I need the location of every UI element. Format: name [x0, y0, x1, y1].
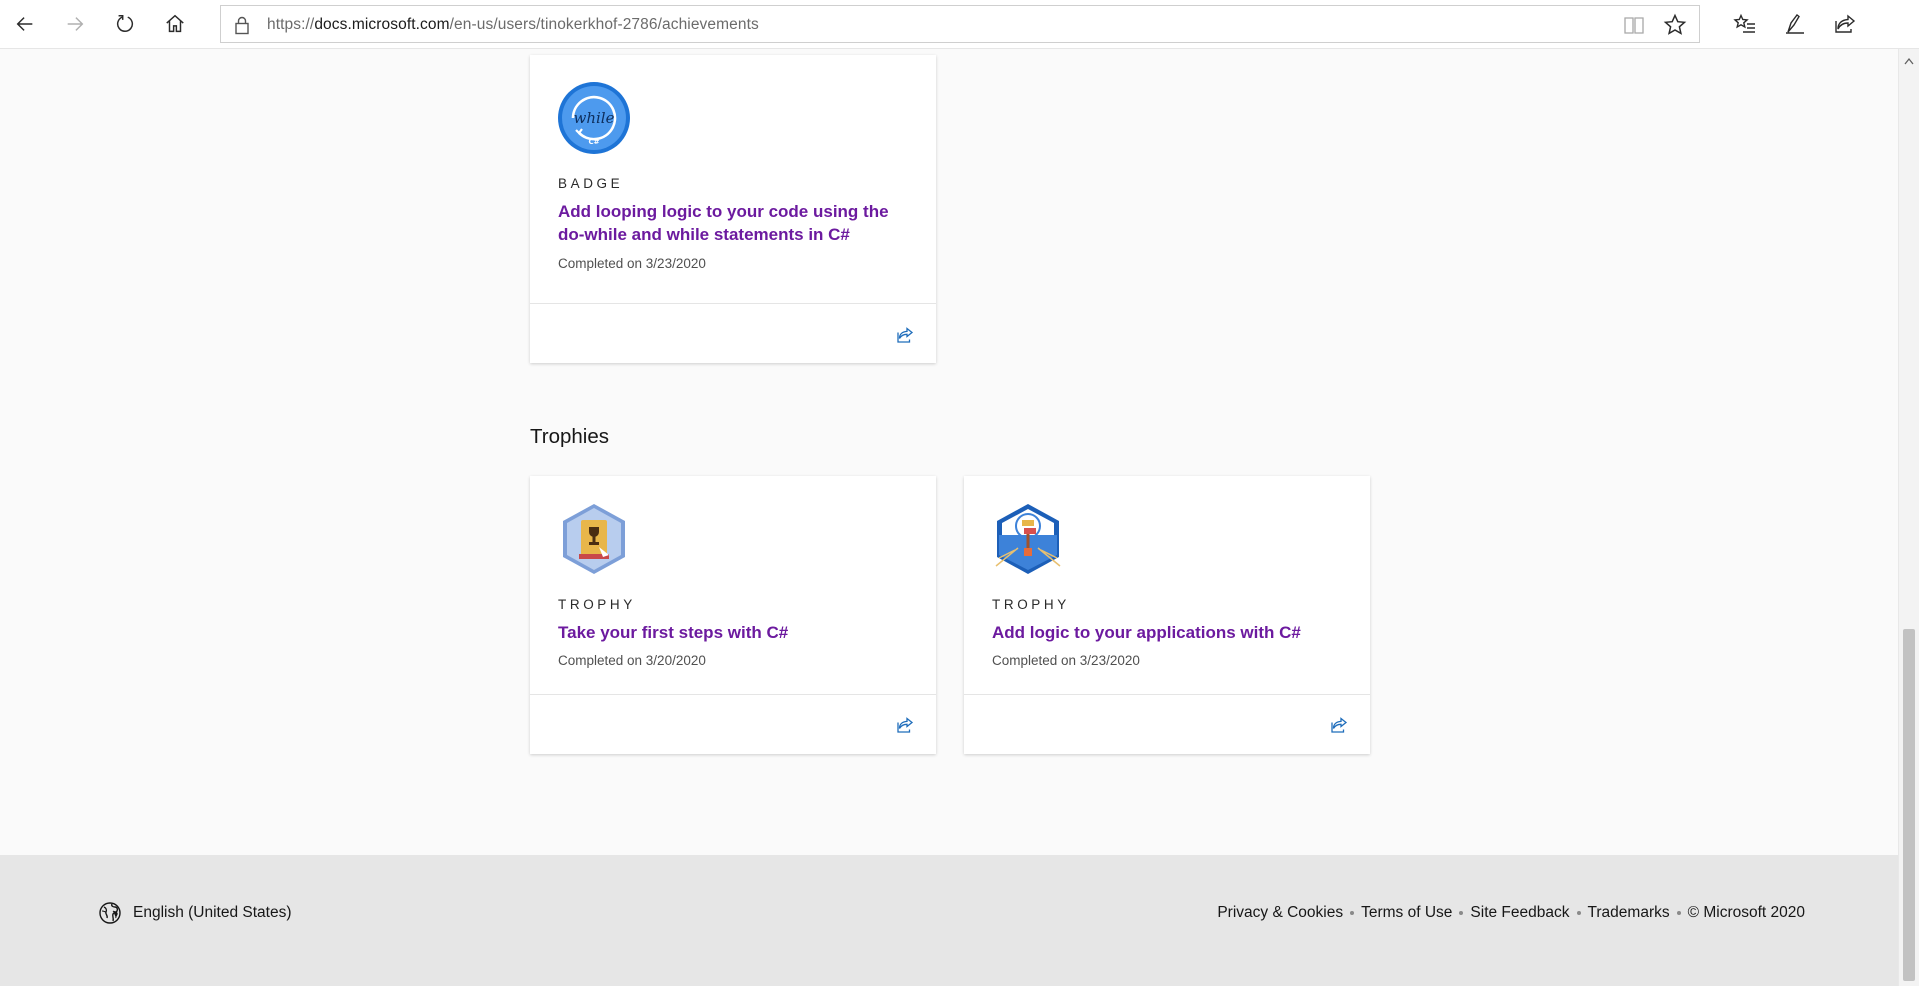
share-icon[interactable]: [896, 326, 914, 344]
terms-of-use-link[interactable]: Terms of Use: [1361, 904, 1452, 922]
share-toolbar-button[interactable]: [1828, 8, 1862, 40]
reading-view-icon[interactable]: [1623, 15, 1645, 35]
svg-text:C#: C#: [588, 138, 599, 146]
home-icon: [166, 14, 184, 33]
forward-button[interactable]: [58, 8, 92, 40]
back-button[interactable]: [8, 8, 42, 40]
badge-card: while C# BADGE Add looping logic to your…: [530, 55, 936, 363]
url-text[interactable]: https://docs.microsoft.com/en-us/users/t…: [267, 16, 759, 34]
trophy-completed-date: Completed on 3/20/2020: [558, 653, 706, 668]
badge-title-link[interactable]: Add looping logic to your code using the…: [558, 200, 918, 246]
browser-toolbar: https://docs.microsoft.com/en-us/users/t…: [0, 0, 1919, 49]
url-prefix: https://: [267, 16, 315, 33]
first-steps-trophy-icon: [557, 502, 631, 576]
trophy-title-link[interactable]: Add logic to your applications with C#: [992, 621, 1352, 644]
trophy-card: TROPHY Add logic to your applications wi…: [964, 476, 1370, 754]
separator-dot: [1676, 911, 1681, 915]
address-bar[interactable]: https://docs.microsoft.com/en-us/users/t…: [220, 5, 1700, 43]
scroll-up-arrow-icon[interactable]: [1904, 57, 1914, 65]
footer: English (United States) Privacy & Cookie…: [0, 855, 1898, 986]
favorite-star-icon[interactable]: [1663, 13, 1687, 37]
home-button[interactable]: [158, 8, 192, 40]
pen-icon: [1786, 14, 1804, 34]
vertical-scrollbar[interactable]: [1898, 49, 1919, 986]
privacy-cookies-link[interactable]: Privacy & Cookies: [1217, 904, 1343, 922]
globe-icon: [99, 902, 121, 924]
favorites-list-icon: [1733, 13, 1755, 33]
card-divider: [964, 694, 1370, 695]
site-feedback-link[interactable]: Site Feedback: [1470, 904, 1569, 922]
trophy-completed-date: Completed on 3/23/2020: [992, 653, 1140, 668]
back-arrow-icon: [16, 17, 33, 31]
lock-icon: [235, 16, 249, 35]
while-loop-badge-icon: while C#: [557, 81, 631, 155]
favorites-hub-button[interactable]: [1728, 8, 1762, 40]
url-domain: docs.microsoft.com: [314, 16, 450, 33]
trophy-kind-label: TROPHY: [992, 597, 1070, 612]
separator-dot: [1350, 911, 1355, 915]
forward-arrow-icon: [67, 17, 84, 31]
logic-trophy-icon: [991, 502, 1065, 576]
notes-button[interactable]: [1778, 8, 1812, 40]
separator-dot: [1459, 911, 1464, 915]
trophies-heading: Trophies: [530, 425, 609, 448]
copyright-text: © Microsoft 2020: [1687, 904, 1805, 921]
separator-dot: [1576, 911, 1581, 915]
svg-text:while: while: [574, 109, 615, 127]
url-path: /en-us/users/tinokerkhof-2786/achievemen…: [449, 16, 759, 33]
card-divider: [530, 694, 936, 695]
badge-completed-date: Completed on 3/23/2020: [558, 256, 706, 271]
share-icon: [1835, 14, 1856, 33]
refresh-button[interactable]: [108, 8, 142, 40]
trophy-card: TROPHY Take your first steps with C# Com…: [530, 476, 936, 754]
refresh-icon: [116, 15, 134, 32]
scrollbar-thumb[interactable]: [1903, 629, 1915, 981]
share-icon[interactable]: [896, 716, 914, 734]
trademarks-link[interactable]: Trademarks: [1588, 904, 1670, 922]
card-divider: [530, 303, 936, 304]
badge-kind-label: BADGE: [558, 176, 624, 191]
trophy-kind-label: TROPHY: [558, 597, 636, 612]
language-selector[interactable]: English (United States): [133, 904, 292, 922]
share-icon[interactable]: [1330, 716, 1348, 734]
trophy-title-link[interactable]: Take your first steps with C#: [558, 621, 918, 644]
footer-links: Privacy & Cookies Terms of Use Site Feed…: [1217, 904, 1805, 922]
